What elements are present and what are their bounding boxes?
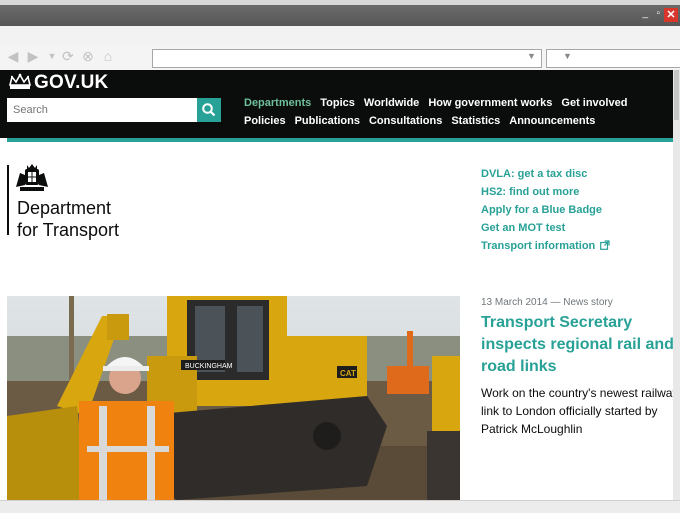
hero-image[interactable]: BUCKINGHAM CAT [7, 296, 460, 500]
nav-statistics[interactable]: Statistics [451, 115, 500, 127]
quick-link-blue-badge[interactable]: Apply for a Blue Badge [481, 204, 602, 216]
stop-icon[interactable]: ⊗ [80, 47, 96, 65]
nav-consultations[interactable]: Consultations [369, 115, 442, 127]
quick-link-transport-info[interactable]: Transport information [481, 240, 610, 252]
site-search-button[interactable] [197, 98, 221, 122]
refresh-icon[interactable]: ⟳ [60, 47, 76, 65]
home-icon[interactable]: ⌂ [100, 47, 116, 65]
govuk-logo[interactable]: GOV.UK [8, 72, 108, 94]
royal-crest-icon [16, 164, 48, 191]
primary-nav-row-1: Departments Topics Worldwide How government… [244, 97, 636, 109]
quick-link-tax-disc[interactable]: DVLA: get a tax disc [481, 168, 587, 180]
arrow-left-icon[interactable]: ◀ [5, 47, 21, 65]
quick-link-transport-info-label: Transport information [481, 240, 596, 252]
address-dropdown-icon[interactable]: ▼ [527, 49, 536, 64]
nav-get-involved[interactable]: Get involved [561, 97, 627, 109]
nav-publications[interactable]: Publications [295, 115, 360, 127]
news-story-title[interactable]: Transport Secretary inspects regional ra… [481, 312, 679, 378]
minimize-button[interactable]: _ [642, 9, 648, 19]
nav-departments[interactable]: Departments [244, 97, 311, 109]
history-dropdown-icon[interactable]: ▼ [44, 47, 60, 65]
nav-worldwide[interactable]: Worldwide [364, 97, 419, 109]
news-story-description: Work on the country's newest railway lin… [481, 386, 679, 436]
maximize-button[interactable]: ▫ [656, 9, 660, 19]
status-bar [0, 500, 680, 513]
external-link-icon [600, 240, 610, 250]
primary-nav-row-2: Policies Publications Consultations Statist… [244, 115, 604, 127]
department-name[interactable]: Department for Transport [17, 197, 119, 241]
department-name-line1: Department [17, 198, 112, 218]
arrow-right-icon[interactable]: ▶ [25, 47, 41, 65]
screen-top-strip [0, 0, 680, 5]
header-accent-bar [7, 138, 673, 142]
nav-policies[interactable]: Policies [244, 115, 286, 127]
department-name-line2: for Transport [17, 220, 120, 240]
quick-link-mot[interactable]: Get an MOT test [481, 222, 565, 234]
hero-photo-illustration: BUCKINGHAM CAT [7, 296, 460, 500]
quick-link-hs2[interactable]: HS2: find out more [481, 186, 579, 198]
scrollbar-thumb[interactable] [674, 70, 679, 120]
search-engine-dropdown-icon[interactable]: ▼ [563, 49, 572, 64]
crown-icon [8, 73, 32, 89]
hero-cab-text: BUCKINGHAM [185, 363, 233, 370]
nav-announcements[interactable]: Announcements [509, 115, 595, 127]
news-story-meta: 13 March 2014 — News story [481, 297, 613, 308]
close-button[interactable]: ✕ [664, 8, 678, 22]
department-rule [7, 165, 9, 235]
site-search-input[interactable] [7, 98, 197, 122]
nav-topics[interactable]: Topics [320, 97, 355, 109]
nav-how-government-works[interactable]: How government works [428, 97, 552, 109]
address-bar[interactable] [152, 49, 542, 68]
hero-brand-text: CAT [340, 369, 356, 378]
govuk-logo-text: GOV.UK [34, 72, 109, 93]
search-icon [202, 103, 216, 117]
vertical-scrollbar[interactable] [673, 70, 680, 500]
menu-bar [0, 26, 680, 45]
